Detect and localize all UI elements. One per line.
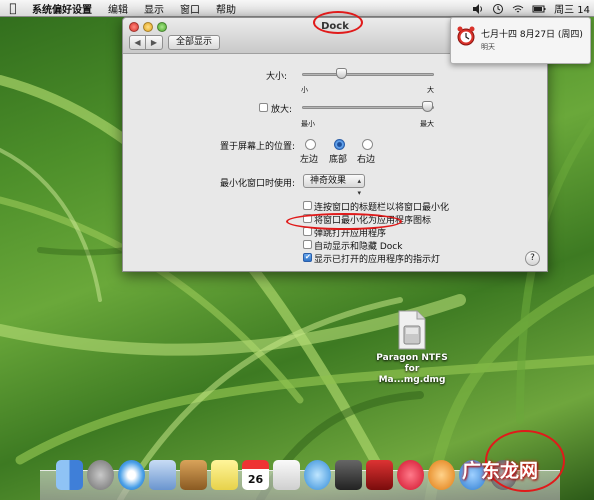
position-label: 置于屏幕上的位置: — [220, 142, 296, 152]
launchpad-icon[interactable] — [87, 460, 114, 490]
popup-arrows-icon: ▴ ▾ — [357, 177, 362, 197]
apple-menu-icon[interactable]:  — [0, 1, 26, 15]
size-slider-knob[interactable] — [336, 68, 347, 79]
reminders-icon[interactable] — [273, 460, 300, 490]
show-all-button[interactable]: 全部显示 — [168, 35, 221, 50]
messages-icon[interactable] — [304, 460, 331, 490]
autohide-dock-label: 自动显示和隐藏 Dock — [314, 242, 403, 252]
disk-image-icon — [398, 310, 426, 350]
desktop-dmg-file[interactable]: Paragon NTFS for Ma...mg.dmg — [370, 310, 454, 386]
menu-clock[interactable]: 周三 14 — [554, 1, 590, 16]
show-indicators-checkbox[interactable] — [303, 253, 312, 262]
magnify-max-label: 最大 — [420, 120, 434, 128]
calendar-notification[interactable]: 七月十四 8月27日 (周四) 明天 — [450, 17, 591, 64]
volume-icon[interactable] — [472, 3, 484, 15]
minimize-effect-value: 神奇效果 — [310, 176, 347, 186]
menu-view[interactable]: 显示 — [138, 1, 174, 16]
autohide-dock-checkbox[interactable] — [303, 240, 312, 249]
time-machine-icon[interactable] — [492, 3, 504, 15]
menu-help[interactable]: 帮助 — [210, 1, 246, 16]
menu-edit[interactable]: 编辑 — [102, 1, 138, 16]
dock-icons: 26 — [56, 460, 517, 490]
photo-booth-icon[interactable] — [366, 460, 393, 490]
menu-app-name[interactable]: 系统偏好设置 — [26, 1, 102, 16]
alarm-clock-icon — [457, 26, 475, 46]
minimize-effect-label: 最小化窗口时使用: — [220, 179, 296, 189]
notes-icon[interactable] — [211, 460, 238, 490]
magnify-min-label: 最小 — [301, 120, 315, 128]
battery-icon[interactable] — [532, 3, 546, 15]
menu-window[interactable]: 窗口 — [174, 1, 210, 16]
finder-icon[interactable] — [56, 460, 83, 490]
minimize-effect-popup[interactable]: 神奇效果 ▴ ▾ — [303, 174, 366, 197]
autohide-highlight-circle — [286, 213, 402, 230]
size-label: 大小: — [266, 72, 288, 82]
position-bottom-label: 底部 — [329, 155, 348, 165]
position-left-radio[interactable] — [305, 139, 316, 150]
show-indicators-label: 显示已打开的应用程序的指示灯 — [314, 255, 441, 265]
file-name-line1: Paragon NTFS — [376, 353, 448, 363]
forward-button[interactable]: ▶ — [146, 35, 163, 50]
contacts-icon[interactable] — [180, 460, 207, 490]
size-max-label: 大 — [427, 86, 434, 94]
position-right-radio[interactable] — [362, 139, 373, 150]
magnify-slider-knob[interactable] — [422, 101, 433, 112]
mail-icon[interactable] — [149, 460, 176, 490]
notification-subtitle: 明天 — [481, 43, 495, 51]
watermark-text: 广东龙网 — [462, 460, 539, 482]
file-name-line2: for Ma...mg.dmg — [378, 364, 446, 385]
facetime-icon[interactable] — [335, 460, 362, 490]
magnify-checkbox[interactable] — [259, 103, 268, 112]
wifi-icon[interactable] — [512, 3, 524, 15]
notification-title: 七月十四 8月27日 (周四) — [481, 30, 583, 40]
ibooks-icon[interactable] — [428, 460, 455, 490]
dock-settings-panel: 大小: 小 大 放大: 最小 最大 置于屏幕上的位置: 左边 底部 右边 最小化… — [123, 54, 547, 272]
magnify-slider[interactable] — [302, 106, 434, 109]
menu-bar:  系统偏好设置 编辑 显示 窗口 帮助 周三 14 — [0, 0, 594, 17]
calendar-icon[interactable]: 26 — [242, 460, 269, 490]
help-button[interactable]: ? — [525, 251, 540, 266]
position-right-label: 右边 — [357, 155, 376, 165]
position-left-label: 左边 — [300, 155, 319, 165]
magnify-label: 放大: — [271, 105, 293, 115]
back-button[interactable]: ◀ — [129, 35, 146, 50]
itunes-icon[interactable] — [397, 460, 424, 490]
title-highlight-circle — [313, 11, 363, 34]
position-bottom-radio[interactable] — [334, 139, 345, 150]
size-slider[interactable] — [302, 73, 434, 76]
safari-icon[interactable] — [118, 460, 145, 490]
navigation-buttons: ◀ ▶ — [129, 35, 163, 50]
dblclick-minimize-label: 连按窗口的标题栏以将窗口最小化 — [314, 203, 450, 213]
size-min-label: 小 — [301, 86, 308, 94]
dblclick-minimize-checkbox[interactable] — [303, 201, 312, 210]
